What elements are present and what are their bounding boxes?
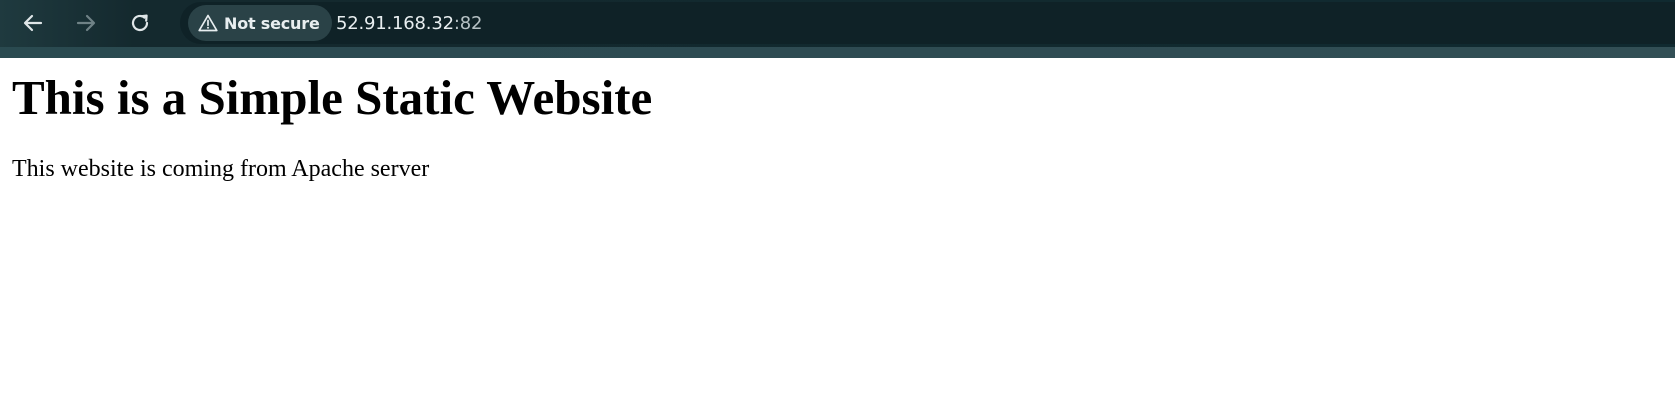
forward-arrow-icon — [76, 14, 96, 32]
reload-icon — [131, 14, 149, 32]
page-heading: This is a Simple Static Website — [12, 70, 653, 125]
toolbar-divider — [0, 47, 1675, 58]
page-content: This is a Simple Static Website This web… — [12, 58, 1662, 184]
warning-triangle-icon — [198, 14, 218, 32]
browser-toolbar: Not secure 52.91.168.32:82 — [0, 0, 1675, 47]
address-bar[interactable]: Not secure 52.91.168.32:82 — [180, 2, 1675, 44]
page-paragraph: This website is coming from Apache serve… — [12, 155, 430, 182]
url-port: :82 — [453, 13, 483, 34]
security-label: Not secure — [224, 13, 320, 33]
url-host: 52.91.168.32 — [336, 13, 454, 34]
back-button[interactable] — [17, 7, 49, 39]
back-arrow-icon — [23, 14, 43, 32]
url-text[interactable]: 52.91.168.32:82 — [336, 13, 482, 34]
reload-button[interactable] — [124, 7, 156, 39]
forward-button[interactable] — [70, 7, 102, 39]
security-indicator[interactable]: Not secure — [188, 5, 332, 41]
